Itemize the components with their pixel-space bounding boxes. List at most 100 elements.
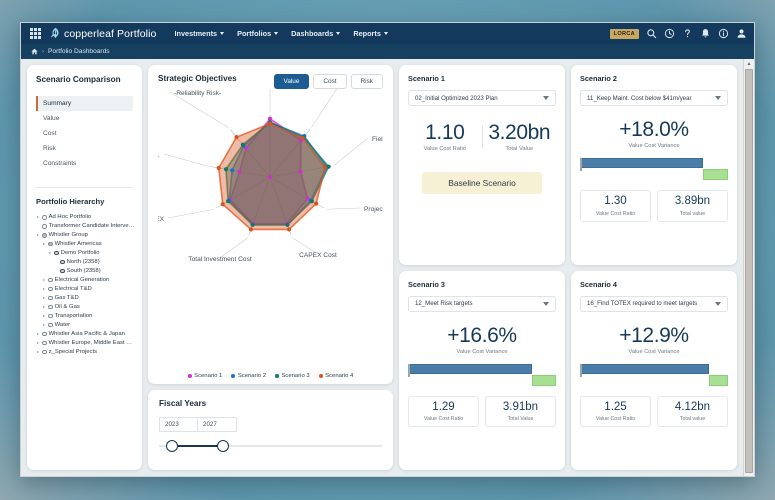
legend-item[interactable]: Scenario 1: [187, 373, 222, 379]
tree-node-radio[interactable]: [48, 322, 53, 328]
fiscal-year-end-field[interactable]: 2027: [198, 417, 237, 432]
tree-node[interactable]: ▸ Ad Hoc Portfolio: [36, 214, 133, 220]
tree-node[interactable]: North (2358): [36, 259, 133, 265]
brand-logo[interactable]: copperleaf Portfolio: [49, 27, 156, 40]
tree-node-radio[interactable]: [54, 250, 59, 256]
sidebar-item-value[interactable]: Value: [36, 111, 133, 126]
tree-node[interactable]: ▸ Electrical T&D: [36, 286, 133, 292]
tree-node[interactable]: ▸ z_Special Projects: [36, 349, 133, 355]
tree-node[interactable]: ▸ Demo Portfolio: [36, 250, 133, 256]
tree-node-radio[interactable]: [42, 223, 47, 229]
expand-arrow-icon[interactable]: ▸: [36, 349, 40, 354]
scenario-select[interactable]: 02_Initial Optimized 2023 Plan: [408, 90, 556, 106]
expand-arrow-icon[interactable]: ▸: [42, 241, 46, 246]
menu-item-portfolios[interactable]: Portfolios: [237, 29, 279, 38]
tree-node-radio[interactable]: [48, 304, 53, 310]
legend-item[interactable]: Scenario 2: [231, 373, 266, 379]
expand-arrow-icon[interactable]: ▸: [36, 331, 40, 336]
objectives-value-button[interactable]: Value: [273, 74, 310, 89]
chevron-down-icon: [220, 32, 225, 35]
info-icon[interactable]: [718, 28, 729, 39]
app-launcher-icon[interactable]: [30, 28, 41, 39]
vertical-scrollbar[interactable]: ▲ ▼: [743, 59, 754, 476]
expand-arrow-icon[interactable]: ▸: [36, 214, 40, 219]
total-value-metric: 4.12bn Total value: [657, 395, 728, 428]
chevron-down-icon: [543, 96, 549, 100]
expand-arrow-icon[interactable]: ▸: [42, 313, 46, 318]
total-value-metric: 3.20bn Total Value: [483, 121, 557, 152]
expand-arrow-icon[interactable]: ▸: [42, 277, 46, 282]
search-icon[interactable]: [646, 28, 657, 39]
tree-node[interactable]: ▸ Whistler Group: [36, 232, 133, 238]
tree-node[interactable]: ▸ Water: [36, 322, 133, 328]
slider-handle-start[interactable]: [166, 439, 178, 452]
sidebar-item-cost[interactable]: Cost: [36, 126, 133, 141]
scenario-panel-4: Scenario 4 16_Find TOTEX required to meet…: [571, 270, 737, 470]
question-mark-icon[interactable]: [682, 28, 693, 39]
radar-label-leader: [325, 207, 361, 210]
scenario-select[interactable]: 11_Keep Maint. Cost below $41m/year: [580, 90, 728, 106]
expand-arrow-icon[interactable]: ▸: [36, 340, 40, 345]
tree-node-radio[interactable]: [42, 214, 47, 220]
fiscal-year-start-field[interactable]: 2023: [159, 417, 198, 432]
fiscal-years-slider[interactable]: [159, 438, 382, 454]
chevron-down-icon: [383, 32, 388, 35]
menu-item-investments[interactable]: Investments: [174, 29, 225, 38]
objectives-cost-button[interactable]: Cost: [313, 74, 347, 89]
value-cost-variance-value: +16.6%: [447, 323, 517, 347]
tree-node[interactable]: ▸ Gas T&D: [36, 295, 133, 301]
tree-node-radio[interactable]: [48, 277, 53, 283]
tree-node[interactable]: ▸ Whistler Europe, Middle East …: [36, 340, 133, 346]
tree-node-radio[interactable]: [42, 340, 47, 346]
tree-node[interactable]: ▸ Whistler Asia Pacific & Japan: [36, 331, 133, 337]
tree-node-radio[interactable]: [48, 313, 53, 319]
scroll-up-arrow[interactable]: ▲: [746, 60, 753, 67]
tree-node[interactable]: ▸ Electrical Generation: [36, 277, 133, 283]
value-cost-ratio-metric: 1.29 Value Cost Ratio: [408, 395, 479, 428]
expand-arrow-icon[interactable]: ▸: [36, 232, 40, 237]
slider-handle-end[interactable]: [217, 439, 229, 452]
tree-node-radio[interactable]: [60, 268, 65, 274]
bell-icon[interactable]: [700, 28, 711, 39]
tree-node[interactable]: ▸ Oil & Gas: [36, 304, 133, 310]
tree-node[interactable]: ▸ Transportation: [36, 313, 133, 319]
home-icon[interactable]: [31, 48, 38, 55]
breadcrumb-current[interactable]: Portfolio Dashboards: [48, 48, 110, 55]
tree-node-radio[interactable]: [48, 286, 53, 292]
expand-arrow-icon[interactable]: ▸: [42, 304, 46, 309]
expand-arrow-icon[interactable]: ▸: [42, 286, 46, 291]
expand-arrow-icon[interactable]: ▸: [42, 322, 46, 327]
baseline-scenario-button[interactable]: Baseline Scenario: [422, 172, 542, 195]
expand-arrow-icon[interactable]: ▸: [42, 295, 46, 300]
variance-bar-baseline: [580, 158, 703, 169]
sidebar-item-constraints[interactable]: Constraints: [36, 156, 133, 171]
radar-data-point: [230, 168, 235, 173]
scenario-select[interactable]: 12_Meet Risk targets: [408, 295, 556, 312]
user-icon[interactable]: [736, 28, 747, 39]
expand-arrow-icon[interactable]: ▸: [48, 250, 52, 255]
clock-icon[interactable]: [664, 28, 675, 39]
tree-node-radio[interactable]: [42, 232, 47, 238]
tree-node-radio[interactable]: [42, 331, 47, 337]
legend-item[interactable]: Scenario 3: [275, 373, 310, 379]
tree-node-label: Whistler Americas: [54, 240, 102, 247]
menu-item-dashboards[interactable]: Dashboards: [291, 29, 341, 38]
sidebar-item-summary[interactable]: Summary: [36, 96, 133, 111]
total-value-value: 3.89bn: [674, 195, 711, 208]
sidebar-item-risk[interactable]: Risk: [36, 141, 133, 156]
total-value-caption: Total Value: [507, 416, 534, 423]
legend-item[interactable]: Scenario 4: [318, 373, 353, 379]
tree-node[interactable]: South (2358): [36, 268, 133, 274]
scrollbar-thumb[interactable]: [745, 69, 753, 473]
tree-node-radio[interactable]: [60, 259, 65, 265]
menu-item-reports[interactable]: Reports: [353, 29, 388, 38]
tree-node-radio[interactable]: [48, 295, 53, 301]
tree-node[interactable]: ▸ Whistler Americas: [36, 241, 133, 247]
scenario-select[interactable]: 16_Find TOTEX required to meet targets: [580, 295, 728, 312]
tree-node-radio[interactable]: [42, 349, 47, 355]
tree-node[interactable]: Transformer Candidate Interve…: [36, 223, 134, 229]
radar-chart: CMICO2 emissionsFiel…Project …CAPEX Cost…: [158, 89, 383, 263]
objectives-risk-button[interactable]: Risk: [350, 74, 383, 89]
tree-node-radio[interactable]: [48, 241, 53, 247]
radar-chart-legend: Scenario 1 Scenario 2 Scenario 3 Scenario 4: [158, 373, 383, 379]
